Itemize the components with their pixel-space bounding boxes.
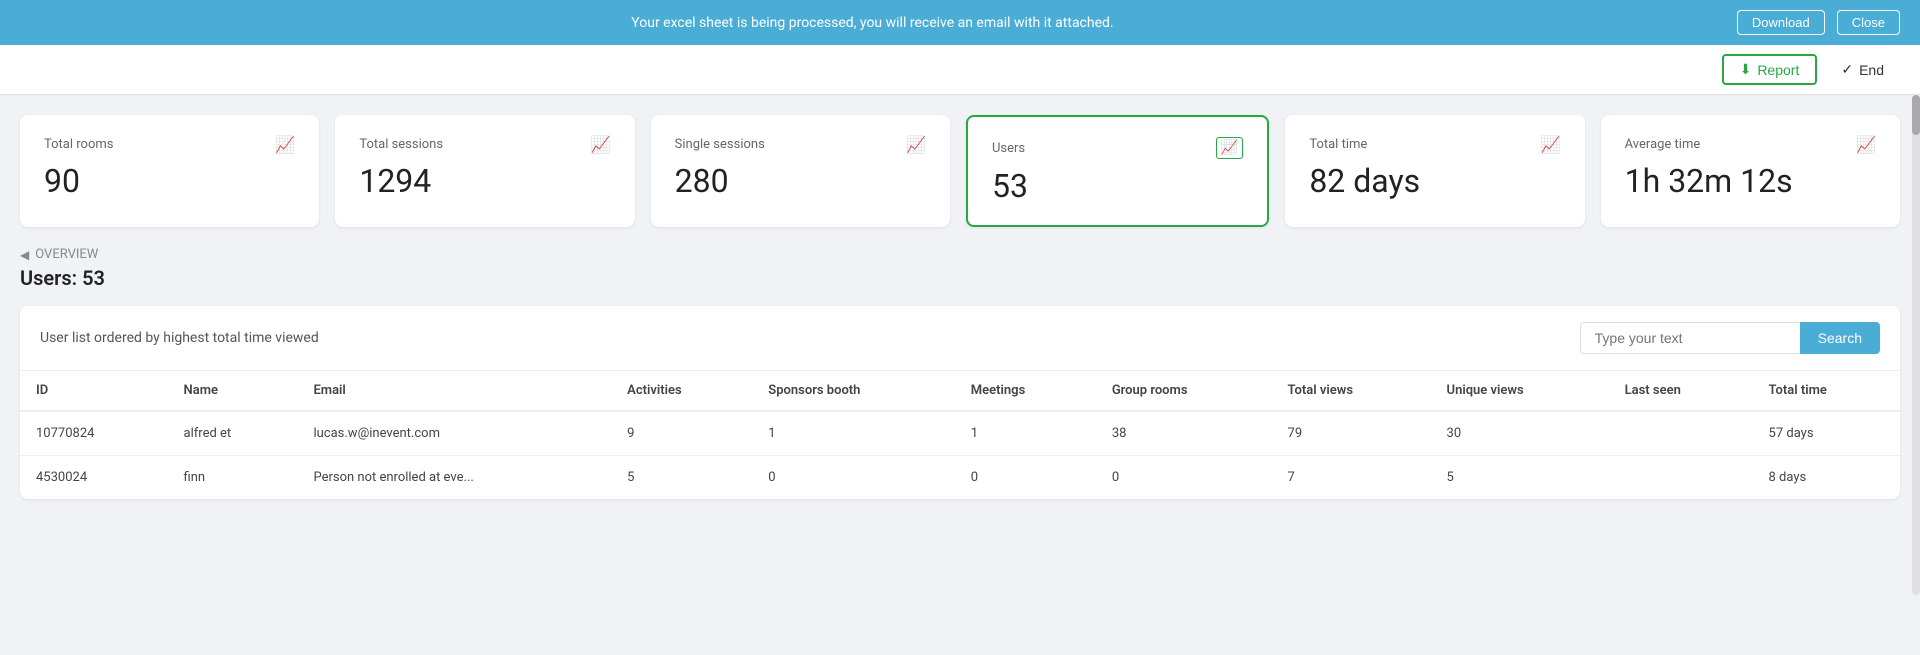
cell-activities: 5 [611,456,752,500]
stats-row: Total rooms 📈 90 Total sessions 📈 1294 S… [20,115,1900,227]
cell-total-time: 57 days [1753,411,1900,456]
cell-unique-views: 30 [1431,411,1609,456]
cell-total-time: 8 days [1753,456,1900,500]
table-section: User list ordered by highest total time … [20,306,1900,499]
end-button[interactable]: ✓ End [1825,56,1900,83]
cell-sponsors-booth: 1 [752,411,955,456]
cell-id: 4530024 [20,456,168,500]
stat-card-average-time: Average time 📈 1h 32m 12s [1601,115,1900,227]
cell-group-rooms: 38 [1096,411,1272,456]
chart-icon-total-rooms[interactable]: 📈 [275,135,295,154]
data-table: ID Name Email Activities Sponsors booth … [20,371,1900,499]
stat-card-total-rooms: Total rooms 📈 90 [20,115,319,227]
download-button[interactable]: Download [1737,10,1825,35]
cell-meetings: 0 [955,456,1096,500]
col-header-total-views: Total views [1272,371,1431,411]
page-title: Users: 53 [20,266,1900,290]
stat-value-total-rooms: 90 [44,162,295,200]
stat-card-total-time: Total time 📈 82 days [1285,115,1584,227]
chart-icon-single-sessions[interactable]: 📈 [906,135,926,154]
stat-label-total-sessions: Total sessions 📈 [359,135,610,154]
stat-card-total-sessions: Total sessions 📈 1294 [335,115,634,227]
stat-card-single-sessions: Single sessions 📈 280 [651,115,950,227]
notification-message: Your excel sheet is being processed, you… [20,15,1725,31]
check-icon: ✓ [1841,61,1853,78]
cell-last-seen [1609,411,1753,456]
col-header-last-seen: Last seen [1609,371,1753,411]
close-button[interactable]: Close [1837,10,1900,35]
chart-icon-total-time[interactable]: 📈 [1541,135,1561,154]
breadcrumb-section: ◀ OVERVIEW Users: 53 [20,247,1900,290]
stat-label-single-sessions: Single sessions 📈 [675,135,926,154]
scrollbar-thumb[interactable] [1912,95,1920,135]
stat-label-users: Users 📈 [992,137,1243,159]
stat-value-average-time: 1h 32m 12s [1625,162,1876,200]
cell-email: lucas.w@inevent.com [297,411,611,456]
table-header-row: User list ordered by highest total time … [20,306,1900,371]
search-area: Search [1580,322,1880,354]
table-title: User list ordered by highest total time … [40,330,319,346]
scrollbar[interactable] [1912,95,1920,595]
back-arrow-icon: ◀ [20,248,29,262]
stat-value-users: 53 [992,167,1243,205]
end-label: End [1859,62,1884,78]
chart-icon-users[interactable]: 📈 [1216,137,1243,159]
header-toolbar: ⬇ Report ✓ End [0,45,1920,95]
col-header-total-time: Total time [1753,371,1900,411]
cell-name: alfred et [168,411,298,456]
stat-value-total-time: 82 days [1309,162,1560,200]
stat-label-total-rooms: Total rooms 📈 [44,135,295,154]
cell-total-views: 79 [1272,411,1431,456]
cell-email: Person not enrolled at eve... [297,456,611,500]
main-content: Total rooms 📈 90 Total sessions 📈 1294 S… [0,95,1920,519]
table-row: 10770824alfred etlucas.w@inevent.com9113… [20,411,1900,456]
cell-meetings: 1 [955,411,1096,456]
col-header-activities: Activities [611,371,752,411]
table-row: 4530024finnPerson not enrolled at eve...… [20,456,1900,500]
cell-name: finn [168,456,298,500]
col-header-id: ID [20,371,168,411]
table-header: ID Name Email Activities Sponsors booth … [20,371,1900,411]
col-header-group-rooms: Group rooms [1096,371,1272,411]
col-header-unique-views: Unique views [1431,371,1609,411]
cell-last-seen [1609,456,1753,500]
search-input[interactable] [1580,322,1800,354]
cell-sponsors-booth: 0 [752,456,955,500]
stat-label-average-time: Average time 📈 [1625,135,1876,154]
col-header-meetings: Meetings [955,371,1096,411]
chart-icon-average-time[interactable]: 📈 [1856,135,1876,154]
notification-bar: Your excel sheet is being processed, you… [0,0,1920,45]
cell-total-views: 7 [1272,456,1431,500]
report-label: Report [1757,62,1799,78]
col-header-sponsors-booth: Sponsors booth [752,371,955,411]
breadcrumb-label: OVERVIEW [35,247,98,262]
col-header-email: Email [297,371,611,411]
cell-unique-views: 5 [1431,456,1609,500]
report-button[interactable]: ⬇ Report [1722,54,1818,85]
download-icon: ⬇ [1740,61,1752,78]
cell-id: 10770824 [20,411,168,456]
stat-label-total-time: Total time 📈 [1309,135,1560,154]
stat-card-users: Users 📈 53 [966,115,1269,227]
col-header-name: Name [168,371,298,411]
breadcrumb[interactable]: ◀ OVERVIEW [20,247,1900,262]
search-button[interactable]: Search [1800,322,1880,354]
cell-group-rooms: 0 [1096,456,1272,500]
chart-icon-total-sessions[interactable]: 📈 [591,135,611,154]
stat-value-total-sessions: 1294 [359,162,610,200]
cell-activities: 9 [611,411,752,456]
stat-value-single-sessions: 280 [675,162,926,200]
